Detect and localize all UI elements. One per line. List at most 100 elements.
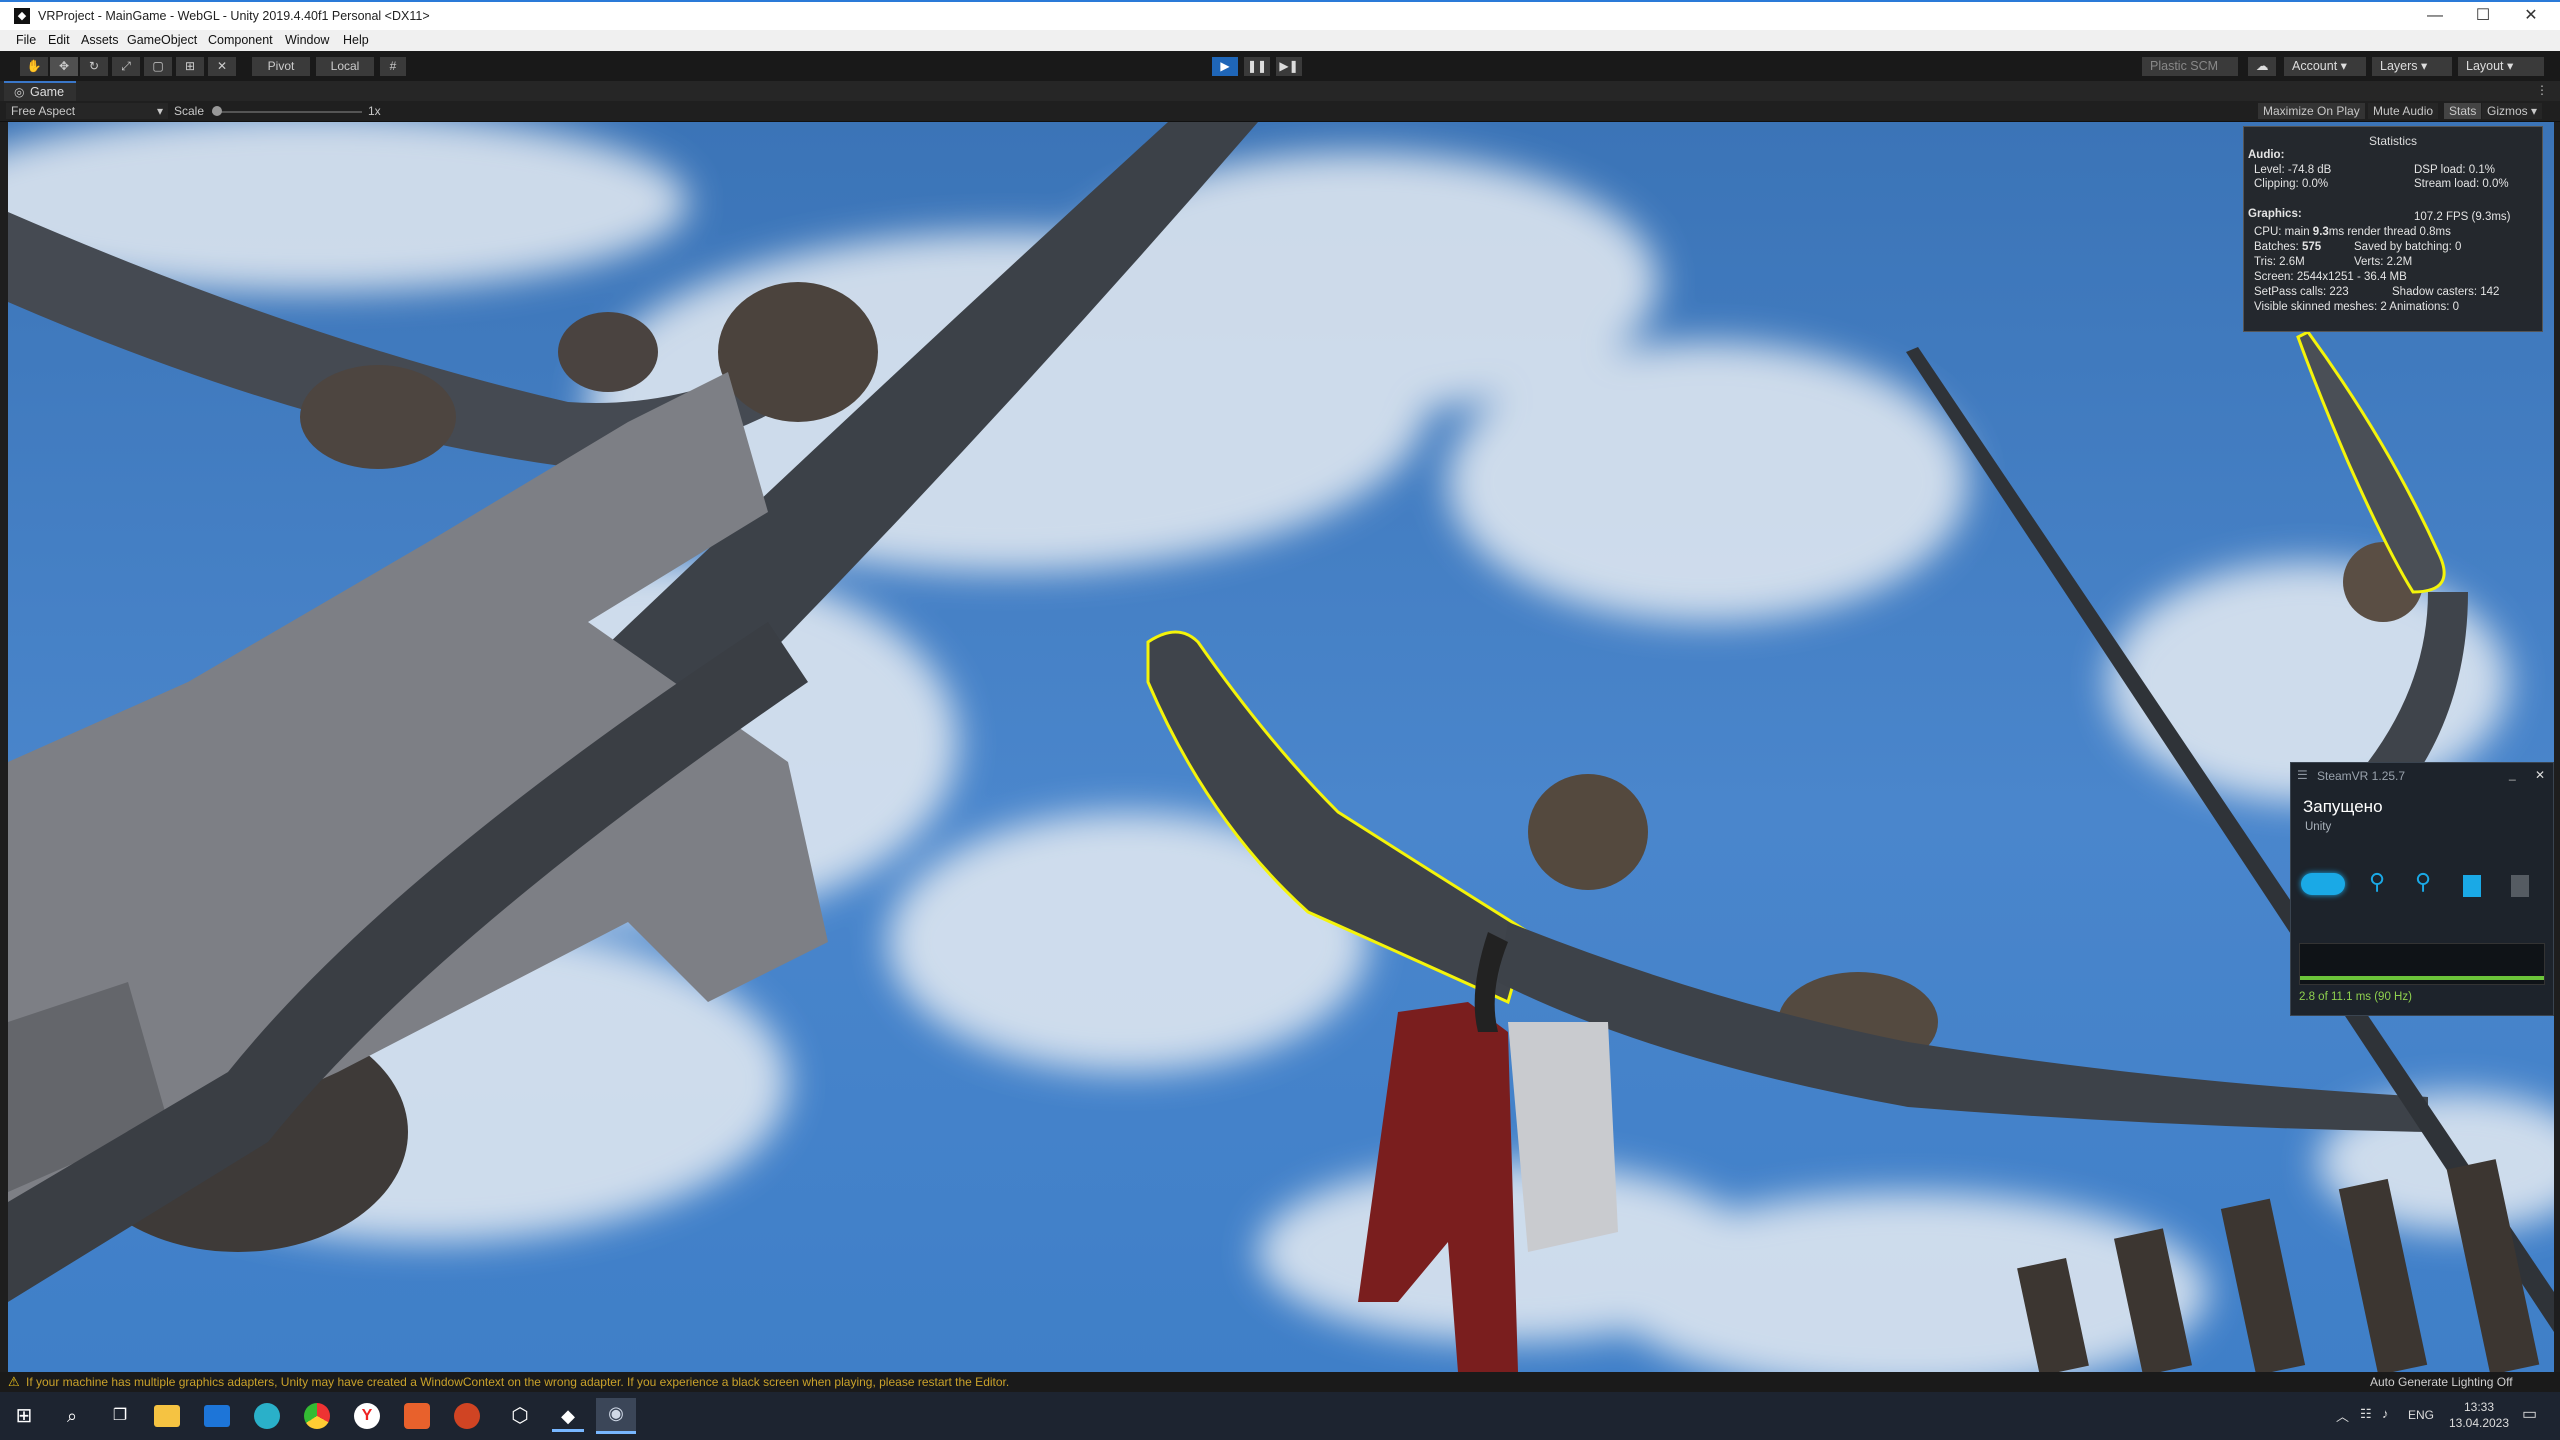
rect-tool-icon[interactable]: ▢ <box>144 57 172 76</box>
stats-batches-prefix: Batches: <box>2254 241 2302 253</box>
rotate-tool-icon[interactable]: ↻ <box>80 57 108 76</box>
scale-slider-handle[interactable] <box>212 106 222 116</box>
tab-menu-icon[interactable]: ⋮ <box>2536 83 2548 97</box>
pause-button[interactable]: ❚❚ <box>1244 57 1270 76</box>
yandex-icon[interactable]: Y <box>354 1403 380 1429</box>
stats-button[interactable]: Stats <box>2444 103 2482 119</box>
pivot-toggle[interactable]: Pivot <box>252 57 310 76</box>
headset-icon[interactable] <box>2301 873 2345 895</box>
mail-icon[interactable] <box>204 1405 230 1427</box>
steamvr-window[interactable]: ☰ SteamVR 1.25.7 _ ✕ Запущено Unity ⚲ ⚲ … <box>2290 762 2554 1016</box>
aspect-label: Free Aspect <box>11 104 76 118</box>
scale-slider-track[interactable] <box>212 111 362 113</box>
steamvr-taskbar-icon[interactable]: ◉ <box>596 1398 636 1434</box>
base-station-icon[interactable] <box>2463 875 2481 897</box>
frame-timing-text: 2.8 of 11.1 ms (90 Hz) <box>2299 991 2412 1003</box>
menu-window[interactable]: Window <box>285 33 329 47</box>
menu-assets[interactable]: Assets <box>81 33 119 47</box>
custom-tool-icon[interactable]: ✕ <box>208 57 236 76</box>
tab-game[interactable]: ◎ Game <box>4 81 76 101</box>
volume-icon[interactable]: ♪ <box>2382 1406 2389 1421</box>
language-indicator[interactable]: ENG <box>2408 1408 2434 1422</box>
start-icon[interactable]: ⊞ <box>8 1400 40 1432</box>
close-button[interactable]: ✕ <box>2508 2 2554 30</box>
step-button[interactable]: ▶❚ <box>1276 57 1302 76</box>
window-title: VRProject - MainGame - WebGL - Unity 201… <box>38 9 430 23</box>
stats-screen: Screen: 2544x1251 - 36.4 MB <box>2254 271 2407 283</box>
task-view-icon[interactable]: ❐ <box>104 1400 136 1432</box>
knot-3 <box>718 282 878 422</box>
layout-dropdown[interactable]: Layout ▾ <box>2458 57 2544 76</box>
controller-left-icon[interactable]: ⚲ <box>2369 869 2385 895</box>
maximize-on-play-button[interactable]: Maximize On Play <box>2258 103 2365 119</box>
tray-chevron-icon[interactable]: ︿ <box>2336 1406 2349 1425</box>
menu-file[interactable]: File <box>16 33 36 47</box>
menu-component[interactable]: Component <box>208 33 273 47</box>
scale-tool-icon[interactable]: ⤢ <box>112 57 140 76</box>
game-tab-icon: ◎ <box>14 85 25 99</box>
maximize-button[interactable]: ☐ <box>2460 2 2506 30</box>
chrome-icon[interactable] <box>304 1403 330 1429</box>
play-button[interactable]: ▶ <box>1212 57 1238 76</box>
status-bar: ⚠ If your machine has multiple graphics … <box>0 1372 2560 1392</box>
pivot-label: Pivot <box>267 59 295 73</box>
network-icon[interactable]: ☷ <box>2360 1406 2372 1422</box>
stats-cpu: CPU: main 9.3ms render thread 0.8ms <box>2254 226 2451 238</box>
stats-level: Level: -74.8 dB <box>2254 164 2332 176</box>
menu-help[interactable]: Help <box>343 33 369 47</box>
file-explorer-icon[interactable] <box>154 1405 180 1427</box>
warning-icon: ⚠ <box>8 1374 20 1389</box>
mute-audio-button[interactable]: Mute Audio <box>2368 103 2439 119</box>
aspect-dropdown[interactable]: Free Aspect ▾ <box>6 103 168 119</box>
warning-message[interactable]: If your machine has multiple graphics ad… <box>26 1375 1009 1389</box>
account-label: Account <box>2292 59 2338 73</box>
scale-value: 1x <box>368 104 381 118</box>
unity-editor-icon[interactable]: ◆ <box>552 1400 584 1432</box>
steamvr-minimize-icon[interactable]: _ <box>2509 767 2516 781</box>
move-tool-icon[interactable]: ✥ <box>50 57 78 76</box>
app-red-icon[interactable] <box>404 1403 430 1429</box>
stats-title: Statistics <box>2368 134 2417 148</box>
menu-edit[interactable]: Edit <box>48 33 70 47</box>
stats-batches: Batches: 575 <box>2254 241 2321 253</box>
search-icon[interactable]: ⌕ <box>56 1400 88 1432</box>
local-label: Local <box>330 59 360 73</box>
layers-dropdown[interactable]: Layers ▾ <box>2372 57 2452 76</box>
steamvr-status: Запущено <box>2303 797 2383 816</box>
powerpoint-icon[interactable] <box>454 1403 480 1429</box>
base-station-2-icon[interactable] <box>2511 875 2529 897</box>
steamvr-menu-icon[interactable]: ☰ <box>2297 768 2308 782</box>
stats-stream: Stream load: 0.0% <box>2414 178 2509 190</box>
stats-dsp: DSP load: 0.1% <box>2414 164 2495 176</box>
stats-audio-header: Audio: <box>2248 149 2285 161</box>
knot-1 <box>300 365 456 469</box>
lighting-status[interactable]: Auto Generate Lighting Off <box>2370 1375 2513 1389</box>
steamvr-close-icon[interactable]: ✕ <box>2535 768 2545 782</box>
menu-gameobject[interactable]: GameObject <box>127 33 197 47</box>
edge-icon[interactable] <box>254 1403 280 1429</box>
notifications-icon[interactable]: ▭ <box>2522 1404 2537 1424</box>
clock-date[interactable]: 13.04.2023 <box>2446 1416 2512 1430</box>
minimize-button[interactable]: — <box>2412 2 2458 30</box>
title-bar: ◆ VRProject - MainGame - WebGL - Unity 2… <box>0 0 2560 30</box>
plastic-scm-button[interactable]: Plastic SCM <box>2142 57 2238 76</box>
plastic-label: Plastic SCM <box>2150 59 2219 73</box>
controller-right-icon[interactable]: ⚲ <box>2415 869 2431 895</box>
knot-4 <box>1528 774 1648 890</box>
frame-timing-graph <box>2299 943 2545 985</box>
clock-time[interactable]: 13:33 <box>2458 1400 2500 1414</box>
hand-tool-icon[interactable]: ✋ <box>20 57 48 76</box>
game-tab-label: Game <box>30 85 65 99</box>
frame-timing-bar <box>2300 976 2544 980</box>
cloud-icon[interactable]: ☁ <box>2248 57 2276 76</box>
stats-graphics-header: Graphics: <box>2248 208 2302 220</box>
unity-hub-icon[interactable]: ⬡ <box>504 1400 536 1432</box>
grid-snap-icon[interactable]: # <box>380 57 406 76</box>
main-toolbar: ✋ ✥ ↻ ⤢ ▢ ⊞ ✕ Pivot Local # ▶ ❚❚ ▶❚ Plas… <box>0 51 2560 81</box>
gizmos-button[interactable]: Gizmos ▾ <box>2482 103 2543 119</box>
account-dropdown[interactable]: Account ▾ <box>2284 57 2366 76</box>
scale-label: Scale <box>174 104 205 118</box>
local-toggle[interactable]: Local <box>316 57 374 76</box>
game-viewport[interactable] <box>8 122 2554 1372</box>
transform-tool-icon[interactable]: ⊞ <box>176 57 204 76</box>
